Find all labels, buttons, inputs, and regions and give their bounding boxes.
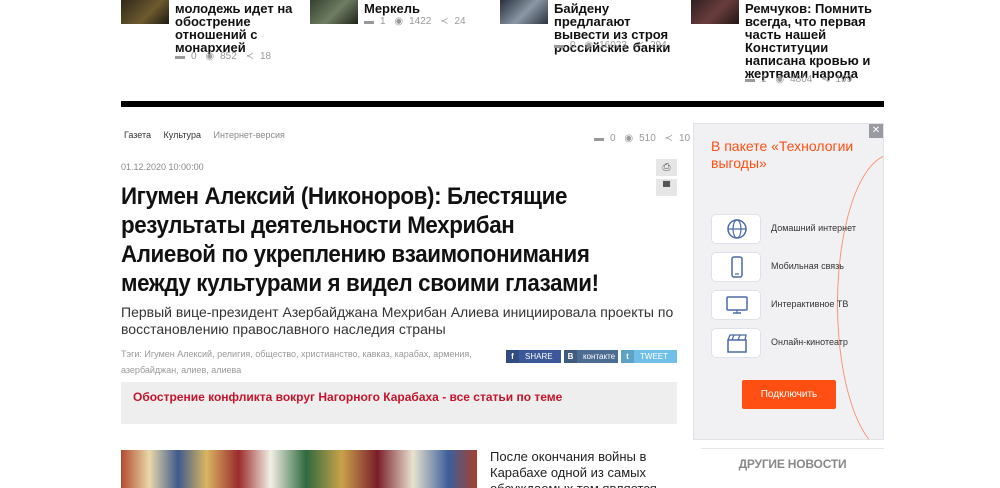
- ad-icon-box: [711, 214, 761, 244]
- share-label: контакте: [583, 352, 616, 361]
- connect-button[interactable]: Подключить: [742, 380, 836, 409]
- view-count: 16023: [599, 40, 627, 51]
- rubric-label-internet-version: Интернет-версия: [213, 130, 285, 140]
- rubric-link-gazeta[interactable]: Газета: [124, 130, 151, 140]
- view-count: 852: [220, 51, 237, 62]
- article-tags: Тэги: Игумен Алексий, религия, общество,…: [121, 346, 501, 378]
- ad-icon-box: [711, 290, 761, 320]
- related-article-thumbnail[interactable]: [691, 0, 739, 24]
- section-divider: [121, 101, 884, 107]
- eye-icon: ◉: [205, 51, 215, 62]
- ad-item: Домашний интернет: [711, 214, 871, 244]
- share-label: TWEET: [640, 352, 668, 361]
- comment-icon: ▬: [364, 16, 374, 27]
- related-article-thumbnail[interactable]: [310, 0, 358, 24]
- other-news-heading: ДРУГИЕ НОВОСТИ: [701, 448, 884, 484]
- topic-box: Обострение конфликта вокруг Нагорного Ка…: [121, 382, 677, 424]
- ad-item-label: Интерактивное ТВ: [771, 299, 849, 309]
- share-icon: ≺: [664, 133, 673, 144]
- advertisement-banner[interactable]: ✕ В пакете «Технологии выгоды» Домашний …: [693, 123, 884, 440]
- tags-list[interactable]: Игумен Алексий, религия, общество, христ…: [121, 349, 472, 375]
- print-icon: ⎙: [662, 162, 671, 173]
- related-article-title[interactable]: Ремчуков: Помнить всегда, что первая час…: [745, 2, 885, 80]
- comment-icon: ▬: [745, 74, 755, 85]
- share-label: SHARE: [525, 352, 553, 361]
- share-count: 199: [835, 74, 853, 85]
- view-count: 4804: [790, 74, 813, 85]
- globe-icon: [727, 219, 747, 239]
- comment-count: 0: [191, 51, 197, 62]
- share-icon: ≺: [245, 51, 254, 62]
- facebook-share-button[interactable]: f SHARE: [506, 350, 561, 363]
- publish-date: 01.12.2020 10:00:00: [121, 162, 204, 172]
- related-article-title[interactable]: Меркель: [364, 2, 494, 15]
- related-article-thumbnail[interactable]: [500, 0, 548, 24]
- eye-icon: ◉: [394, 16, 404, 27]
- ad-item: Интерактивное ТВ: [711, 290, 871, 320]
- comment-bubble-icon: ▀: [662, 182, 671, 193]
- ad-icon-box: [711, 252, 761, 282]
- view-count: 1422: [409, 16, 432, 27]
- share-count: 24: [454, 16, 466, 27]
- twitter-icon: t: [621, 350, 634, 363]
- comment-count: 1: [380, 16, 386, 27]
- related-articles-strip: молодежь идет на обострение отношений с …: [121, 0, 884, 100]
- share-icon: ≺: [440, 16, 449, 27]
- comment-icon: ▬: [175, 51, 185, 62]
- ad-headline: В пакете «Технологии выгоды»: [711, 138, 854, 171]
- ad-item-label: Мобильная связь: [771, 261, 844, 271]
- share-icon: ≺: [821, 74, 830, 85]
- comment-icon: ▬: [554, 40, 564, 51]
- eye-icon: ◉: [775, 74, 785, 85]
- tags-label: Тэги:: [121, 349, 142, 359]
- share-count: 18: [259, 51, 272, 62]
- comment-icon: ▬: [594, 133, 604, 144]
- related-article-stats: ▬ 0 ◉ 16023 ≺ 294: [554, 40, 673, 51]
- topic-link[interactable]: Обострение конфликта вокруг Нагорного Ка…: [133, 390, 562, 404]
- share-icon: ≺: [635, 40, 645, 51]
- ad-icon-box: [711, 328, 761, 358]
- facebook-icon: f: [506, 350, 519, 363]
- print-button[interactable]: ⎙: [656, 159, 677, 176]
- eye-icon: ◉: [584, 40, 594, 51]
- related-article-stats: ▬ 1 ◉ 4804 ≺ 199: [745, 74, 858, 85]
- ad-item-label: Домашний интернет: [771, 223, 856, 233]
- related-article-title[interactable]: молодежь идет на обострение отношений с …: [175, 2, 305, 54]
- phone-icon: [731, 256, 743, 278]
- article-stats: ▬ 0 ◉ 510 ≺ 10: [594, 133, 696, 144]
- close-icon[interactable]: ✕: [869, 124, 883, 138]
- twitter-share-button[interactable]: t TWEET: [621, 350, 677, 363]
- ad-item-label: Онлайн-кинотеатр: [771, 337, 848, 347]
- ad-item: Мобильная связь: [711, 252, 871, 282]
- comments-button[interactable]: ▀: [656, 179, 677, 196]
- article-lead-text: После окончания войны в Карабахе одной и…: [490, 449, 657, 488]
- comment-count: 1: [761, 74, 767, 85]
- vk-icon: B: [564, 350, 577, 363]
- related-article-stats: ▬ 1 ◉ 1422 ≺ 24: [364, 16, 472, 27]
- comment-count[interactable]: 0: [610, 133, 616, 144]
- related-article-stats: ▬ 0 ◉ 852 ≺ 18: [175, 51, 277, 62]
- article-title: Игумен Алексий (Никоноров): Блестящие ре…: [121, 183, 599, 297]
- eye-icon: ◉: [624, 133, 634, 144]
- article-photo: [121, 450, 477, 488]
- view-count: 510: [639, 133, 656, 144]
- ad-item: Онлайн-кинотеатр: [711, 328, 871, 358]
- rubric-link-kultura[interactable]: Культура: [164, 130, 201, 140]
- article-subtitle: Первый вице-президент Азербайджана Мехри…: [121, 304, 674, 337]
- related-article-thumbnail[interactable]: [121, 0, 169, 24]
- tv-icon: [726, 296, 748, 314]
- share-count: 10: [678, 133, 691, 144]
- clapperboard-icon: [727, 334, 747, 353]
- article-rubrics: Газета Культура Интернет-версия: [124, 130, 295, 140]
- comment-count: 0: [570, 40, 576, 51]
- share-count: 294: [650, 40, 667, 51]
- vk-share-button[interactable]: Bконтакте: [564, 350, 618, 363]
